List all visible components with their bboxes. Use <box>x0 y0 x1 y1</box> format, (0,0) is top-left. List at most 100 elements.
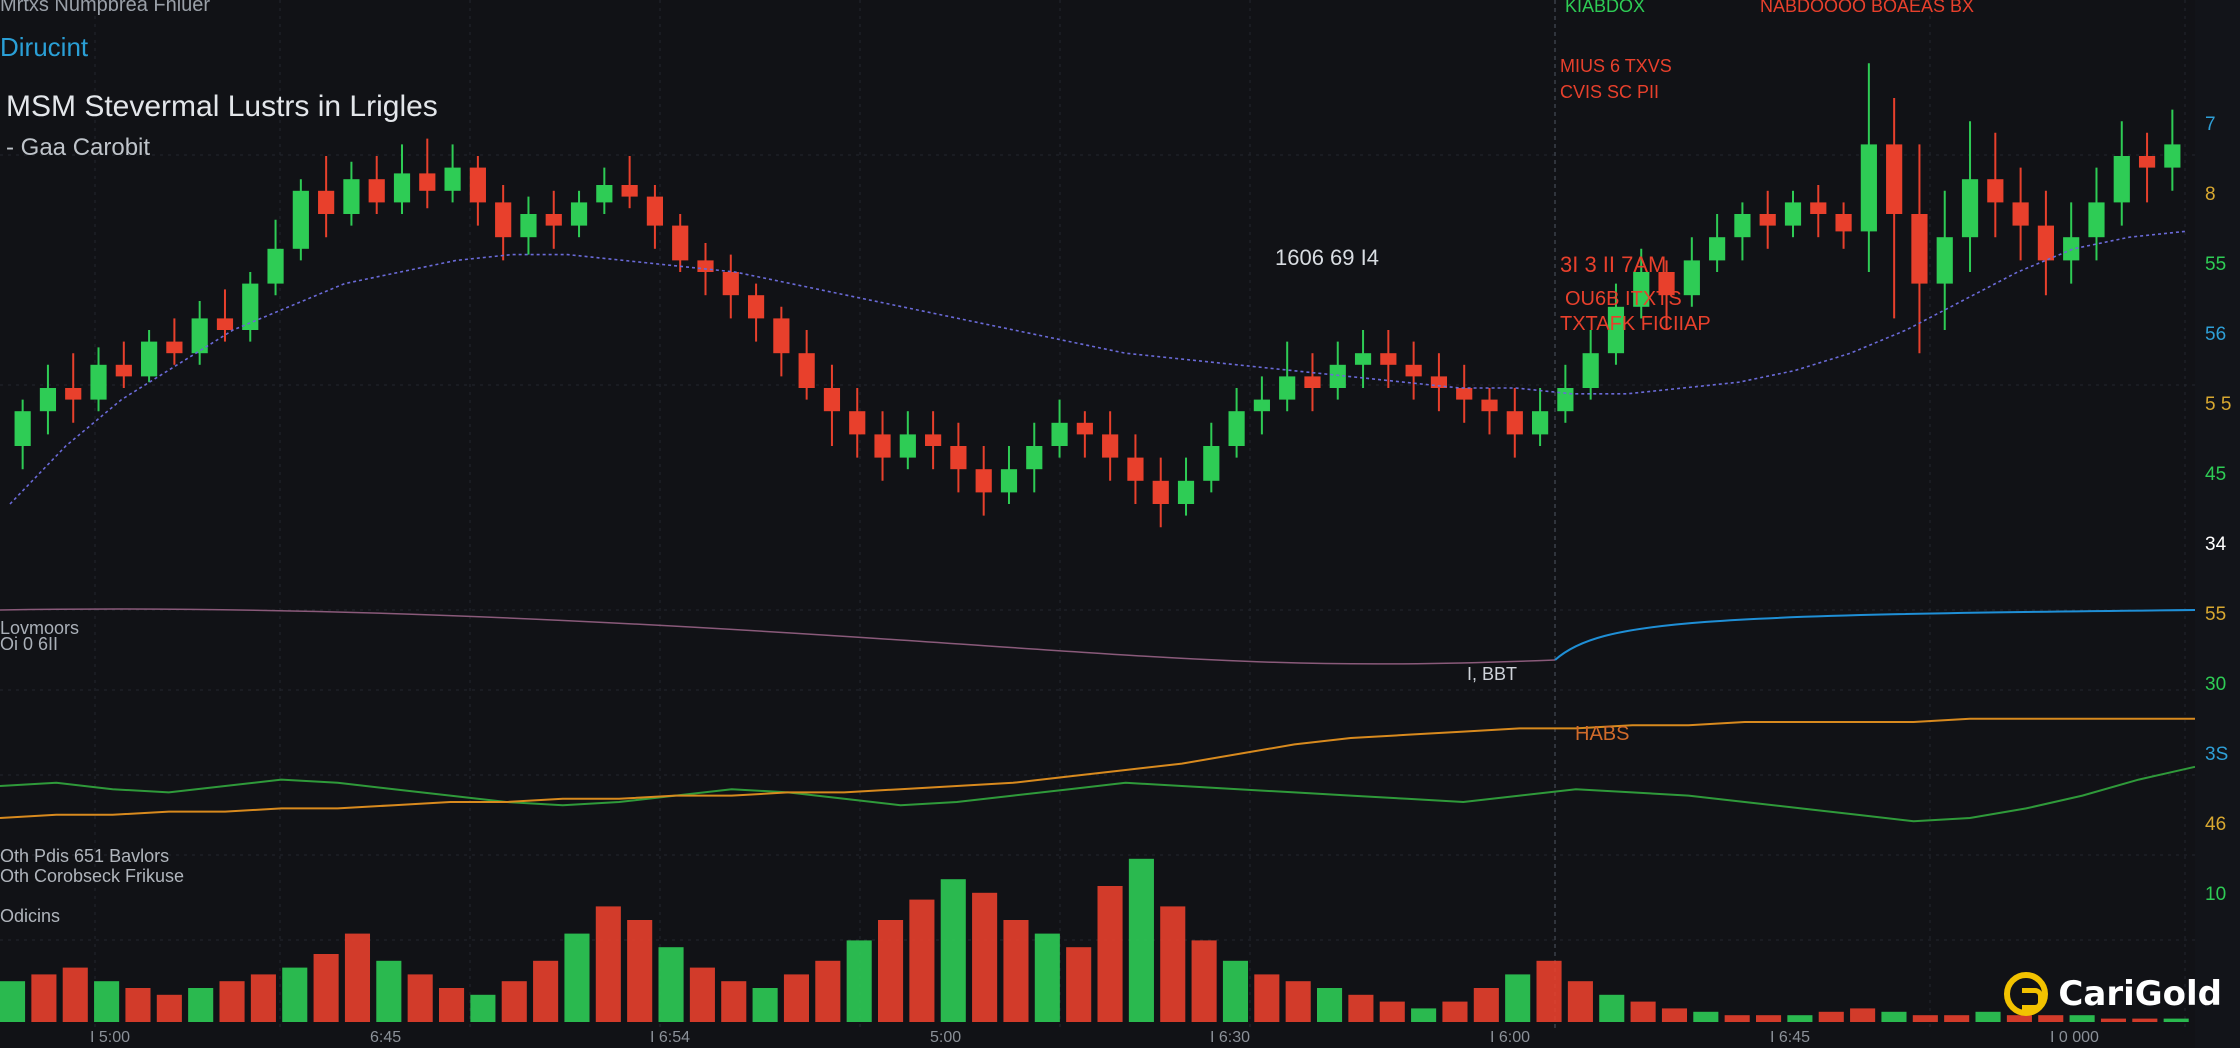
volume-bar <box>2038 1015 2064 1022</box>
candle-body <box>975 469 992 493</box>
price-axis-label: 46 <box>2205 814 2226 835</box>
chart-annotation: 1606 69 I4 <box>1275 245 1379 270</box>
candle-body <box>1886 144 1903 214</box>
cari-gold-logo: CariGold <box>2004 972 2222 1016</box>
candle-body <box>798 353 815 388</box>
volume-bar <box>721 981 747 1022</box>
candle-body <box>570 202 588 226</box>
candle-body <box>1102 434 1119 458</box>
volume-bar <box>1411 1008 1437 1022</box>
volume-bar <box>1254 974 1280 1022</box>
price-axis-label: 3S <box>2205 744 2228 765</box>
candle-body <box>191 318 208 354</box>
volume-bar <box>972 892 998 1022</box>
candle-body <box>39 388 57 412</box>
candle-body <box>2088 202 2105 238</box>
chart-annotation: KIABDOX <box>1565 0 1645 16</box>
candle-body <box>1961 179 1979 238</box>
volume-bar <box>1034 933 1060 1022</box>
candle-body <box>1051 422 1068 446</box>
volume-bar <box>2132 1018 2158 1022</box>
candle-body <box>90 364 107 400</box>
volume-bar <box>439 988 465 1022</box>
volume-bar <box>1379 1001 1405 1022</box>
candle-body <box>1354 353 1372 365</box>
cg-ring-icon <box>2004 972 2049 1016</box>
logo-text: CariGold <box>2058 974 2222 1014</box>
volume-bar <box>1348 994 1374 1022</box>
chart-annotation: NABDOOOO BOAEAS BX <box>1760 0 1974 16</box>
reference-line-blue <box>1554 609 2196 661</box>
volume-bar <box>595 906 621 1022</box>
candle-body <box>343 179 360 214</box>
candle-body <box>2138 156 2156 168</box>
time-axis-label: 5:00 <box>930 1029 961 1046</box>
reference-line-mauve <box>0 608 1556 665</box>
candle-body <box>2113 156 2130 203</box>
volume-bar <box>689 967 715 1022</box>
price-axis: 7 8 55 56 5 5 45 34 55 30 3S 46 10 <box>2195 0 2240 1048</box>
time-axis-label: I 0 000 <box>2050 1029 2099 1046</box>
volume-bar <box>376 960 402 1022</box>
chart-annotation: MIUS 6 TXVS <box>1560 56 1672 76</box>
volume-bar <box>2069 1015 2095 1022</box>
price-axis-label: 45 <box>2205 464 2226 485</box>
candle-body <box>874 434 891 458</box>
candle-body <box>419 173 436 191</box>
candle-body <box>849 411 866 435</box>
candle-body <box>1076 422 1093 435</box>
main-price-panel <box>0 63 2196 665</box>
candle-body <box>2164 144 2181 168</box>
volume-bar <box>219 981 245 1022</box>
price-axis-label: 7 <box>2205 114 2216 135</box>
volume-bar <box>1097 886 1123 1022</box>
volume-bar <box>1003 920 1029 1022</box>
volume-bar <box>1066 947 1092 1022</box>
volume-bar <box>0 981 26 1022</box>
volume-bar <box>1317 988 1343 1022</box>
candle-body <box>747 295 765 319</box>
volume-bar <box>1756 1015 1782 1022</box>
chart-annotation: OU6B ITXTS <box>1565 288 1682 310</box>
volume-bar <box>156 994 182 1022</box>
volume-bar <box>1912 1015 1938 1022</box>
candle-body <box>2037 225 2054 261</box>
candle-body <box>1203 446 1220 481</box>
candle-body <box>1228 411 1245 446</box>
candle-body <box>65 388 82 400</box>
price-axis-label: 5 5 <box>2205 394 2231 415</box>
volume-bar <box>878 920 904 1022</box>
oscillator-label: HABS <box>1575 723 1629 745</box>
candle-body <box>393 173 411 203</box>
volume-bar <box>344 933 371 1022</box>
candle-body <box>1177 480 1195 504</box>
candle-body <box>1784 202 1802 226</box>
candle-body <box>672 225 689 261</box>
volume-bar <box>31 974 57 1022</box>
price-axis-label: 55 <box>2205 604 2226 625</box>
candle-body <box>1759 214 1776 226</box>
volume-bar <box>909 899 935 1022</box>
volume-bar <box>846 940 872 1022</box>
volume-bar <box>1975 1011 2001 1022</box>
candle-body <box>1152 480 1169 504</box>
volume-bar <box>2163 1018 2189 1022</box>
price-axis-label: 55 <box>2205 254 2226 275</box>
candle-body <box>2012 202 2029 226</box>
volume-label: Oth Pdis 651 Bavlors <box>0 846 169 866</box>
candle-body <box>1456 388 1473 400</box>
candle-body <box>545 214 562 226</box>
trading-chart[interactable]: HABS Oth Pdis 651 BavlorsOth Corobseck F… <box>0 0 2240 1048</box>
volume-bar <box>627 920 653 1022</box>
volume-bar <box>2100 1018 2127 1022</box>
candle-body <box>1810 202 1827 214</box>
candle-body <box>292 190 309 249</box>
candle-body <box>14 411 31 446</box>
volume-bar <box>533 960 559 1022</box>
volume-bar <box>783 974 810 1022</box>
candle-body <box>1380 353 1397 365</box>
candle-body <box>368 179 385 203</box>
volume-bar <box>658 947 684 1022</box>
chart-subtitle: - Gaa Carobit <box>6 134 151 161</box>
volume-bar <box>125 988 151 1022</box>
